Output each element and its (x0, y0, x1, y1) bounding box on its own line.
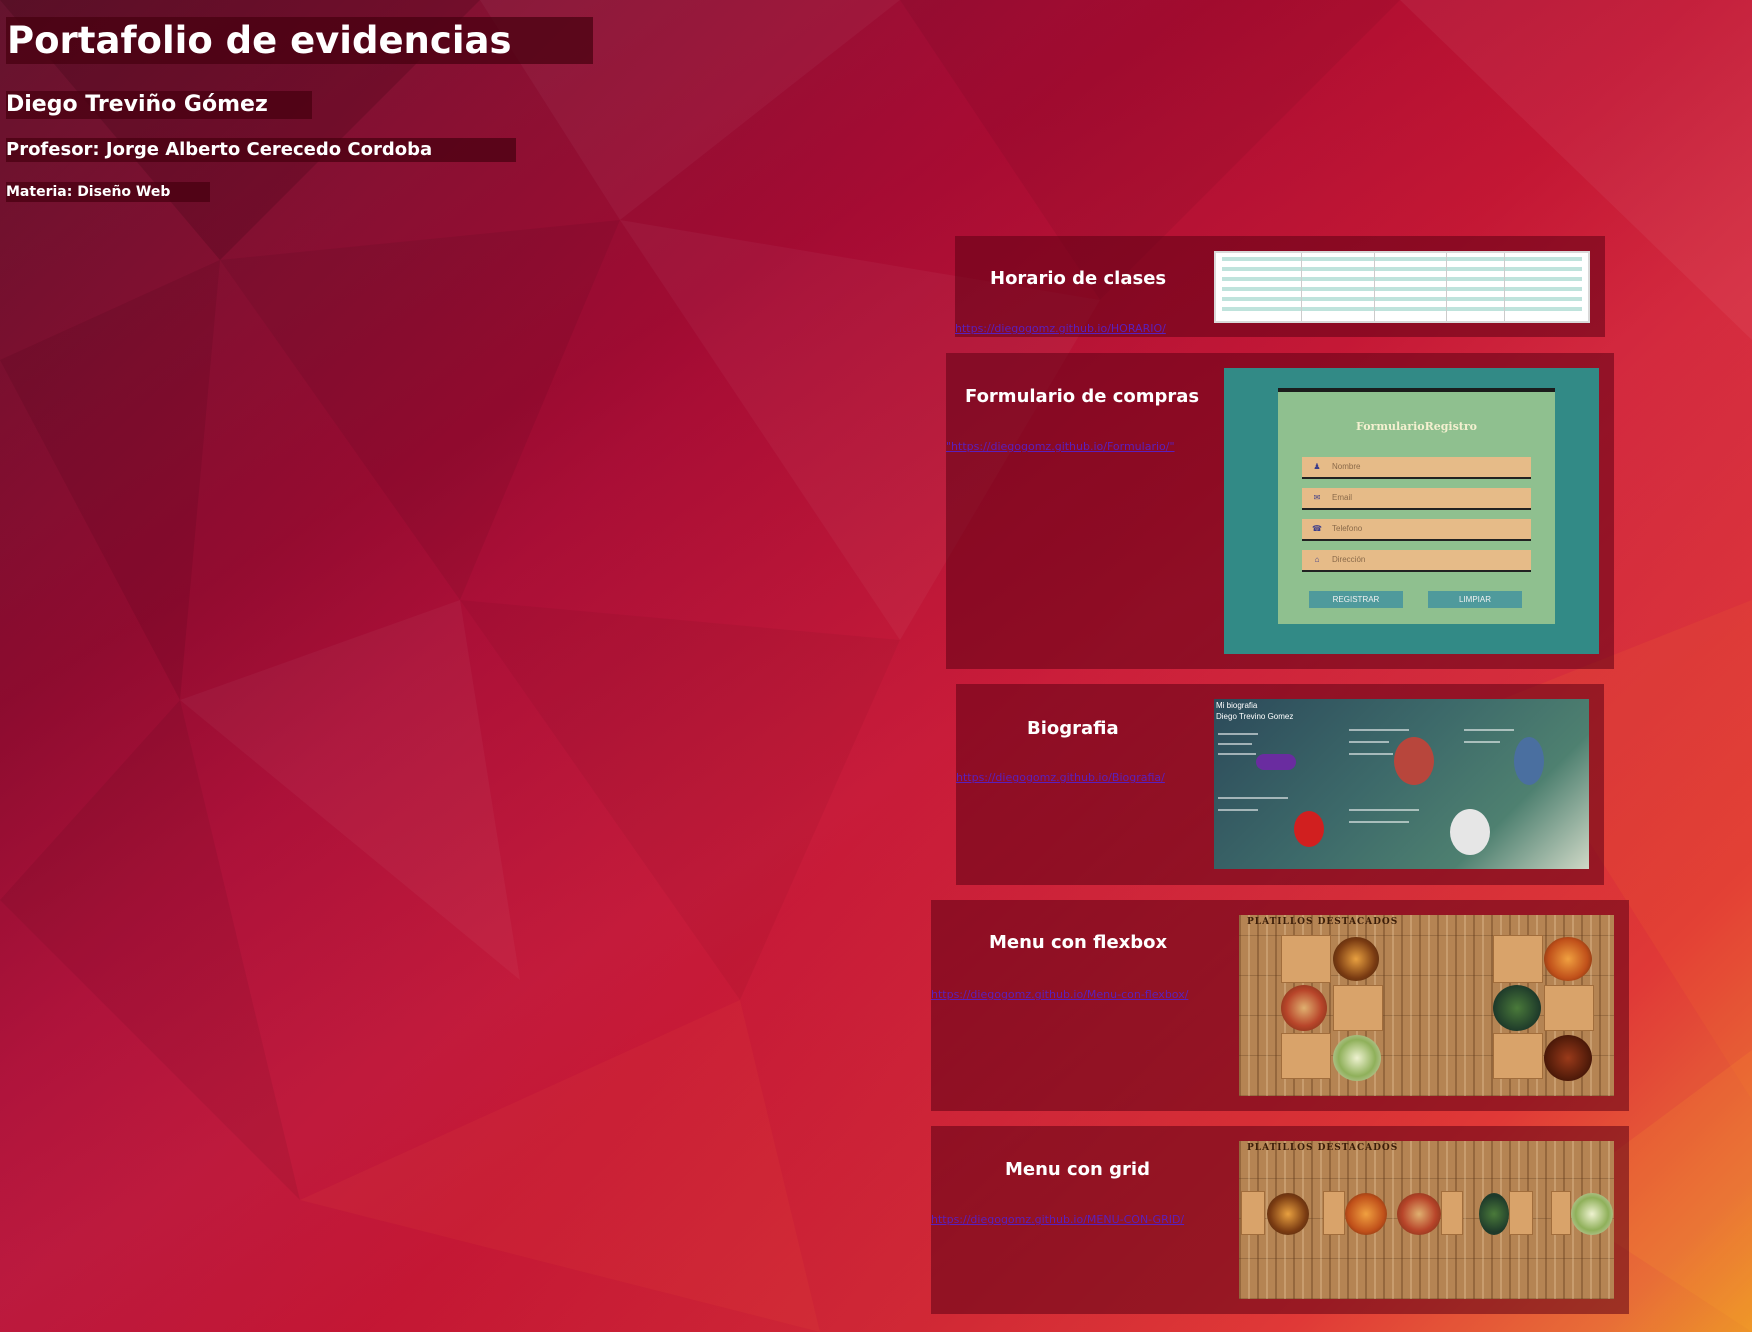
home-icon: ⌂ (1314, 555, 1320, 564)
pizza-image (1397, 1193, 1441, 1235)
form-preview-register-button: REGISTRAR (1309, 591, 1403, 608)
form-preview-clear-button: LIMPIAR (1428, 591, 1522, 608)
card-formulario: Formulario de compras "https://diegogomz… (946, 353, 1614, 669)
form-preview-heading: FormularioRegistro (1355, 420, 1477, 433)
card-menu-flexbox: Menu con flexbox https://diegogomz.githu… (931, 900, 1629, 1111)
burger-image (1267, 1193, 1309, 1235)
card-horario: Horario de clases https://diegogomz.gith… (955, 236, 1605, 337)
card-biografia: Biografia https://diegogomz.github.io/Bi… (956, 684, 1604, 885)
subject-label: Materia: Diseño Web (6, 182, 210, 202)
mail-icon: ✉ (1313, 493, 1321, 502)
person-image (1450, 809, 1490, 855)
card-title-menu-grid: Menu con grid (1005, 1159, 1150, 1180)
broccoli-image (1493, 985, 1541, 1031)
link-menu-grid[interactable]: https://diegogomz.github.io/MENU-CON-GRI… (931, 1213, 1184, 1226)
form-preview-field-name: ♟ Nombre (1302, 457, 1531, 479)
wings-image (1345, 1193, 1387, 1235)
broccoli-image (1479, 1193, 1509, 1235)
user-icon: ♟ (1313, 462, 1321, 471)
link-hero-image (1514, 737, 1544, 785)
form-preview-field-phone: ☎ Telefono (1302, 519, 1531, 541)
card-menu-grid: Menu con grid https://diegogomz.github.i… (931, 1126, 1629, 1314)
link-horario[interactable]: https://diegogomz.github.io/HORARIO/ (955, 322, 1166, 335)
bio-preview-title: Mi biografia (1216, 701, 1258, 710)
salad-image (1333, 1035, 1381, 1081)
card-title-horario: Horario de clases (990, 268, 1167, 289)
titan-image (1394, 737, 1434, 785)
wings-image (1544, 937, 1592, 981)
form-preview-field-address: ⌂ Dirección (1302, 550, 1531, 572)
form-preview-panel: FormularioRegistro ♟ Nombre ✉ Email ☎ Telef… (1278, 388, 1555, 624)
menu-grid-preview-heading: PLATILLOS DESTACADOS (1247, 1143, 1399, 1153)
pizza-image (1281, 985, 1327, 1031)
biografia-preview-image[interactable]: Mi biografia Diego Trevino Gomez (1214, 699, 1589, 869)
burger-image (1333, 937, 1379, 981)
card-title-biografia: Biografia (1027, 718, 1119, 739)
horario-preview-image[interactable] (1214, 251, 1590, 323)
page-title: Portafolio de evidencias (6, 17, 593, 64)
gamepad-icon (1256, 754, 1296, 770)
phone-icon: ☎ (1312, 524, 1322, 533)
link-formulario[interactable]: "https://diegogomz.github.io/Formulario/… (946, 440, 1175, 453)
professor-name: Profesor: Jorge Alberto Cerecedo Cordoba (6, 138, 516, 162)
menu-flexbox-preview-heading: PLATILLOS DESTACADOS (1247, 917, 1399, 927)
link-biografia[interactable]: https://diegogomz.github.io/Biografia/ (956, 771, 1165, 784)
menu-grid-preview-image[interactable]: PLATILLOS DESTACADOS (1239, 1141, 1614, 1299)
card-title-menu-flexbox: Menu con flexbox (989, 932, 1168, 953)
menu-flexbox-preview-image[interactable]: PLATILLOS DESTACADOS (1239, 915, 1614, 1096)
bio-preview-name: Diego Trevino Gomez (1216, 712, 1294, 721)
link-menu-flexbox[interactable]: https://diegogomz.github.io/Menu-con-fle… (931, 988, 1188, 1001)
spiderman-icon (1294, 811, 1324, 847)
salad-image (1571, 1193, 1613, 1235)
formulario-preview-image[interactable]: FormularioRegistro ♟ Nombre ✉ Email ☎ Telef… (1224, 368, 1599, 654)
card-title-formulario: Formulario de compras (965, 386, 1200, 407)
ribs-image (1544, 1035, 1592, 1081)
form-preview-field-email: ✉ Email (1302, 488, 1531, 510)
student-name: Diego Treviño Gómez (6, 91, 312, 119)
